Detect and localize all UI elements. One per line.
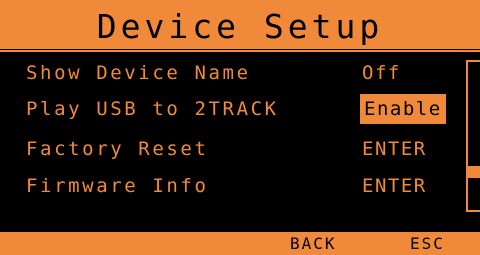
menu-item-show-device-name[interactable]: Show Device Name Off [0,55,470,91]
menu-item-value-selected: Enable [360,94,446,124]
menu-item-label: Firmware Info [26,175,209,197]
soft-key-bar [0,232,480,255]
menu-item-value: ENTER [362,138,427,160]
menu-item-firmware-info[interactable]: Firmware Info ENTER [0,168,470,204]
esc-button[interactable]: ESC [410,232,445,255]
menu-item-label: Play USB to 2TRACK [26,98,279,120]
device-screen: Device Setup Show Device Name Off Play U… [0,0,480,255]
frame-top-border [0,50,480,52]
menu-item-value: ENTER [362,175,427,197]
back-button[interactable]: BACK [290,232,337,255]
menu-item-label: Factory Reset [26,138,209,160]
menu-item-play-usb-to-2track[interactable]: Play USB to 2TRACK Enable [0,91,470,127]
scrollbar[interactable] [466,60,480,212]
scrollbar-thumb[interactable] [468,166,480,178]
menu-item-label: Show Device Name [26,62,251,84]
menu-item-value: Off [362,62,401,84]
page-title: Device Setup [96,7,384,46]
menu-item-factory-reset[interactable]: Factory Reset ENTER [0,131,470,167]
